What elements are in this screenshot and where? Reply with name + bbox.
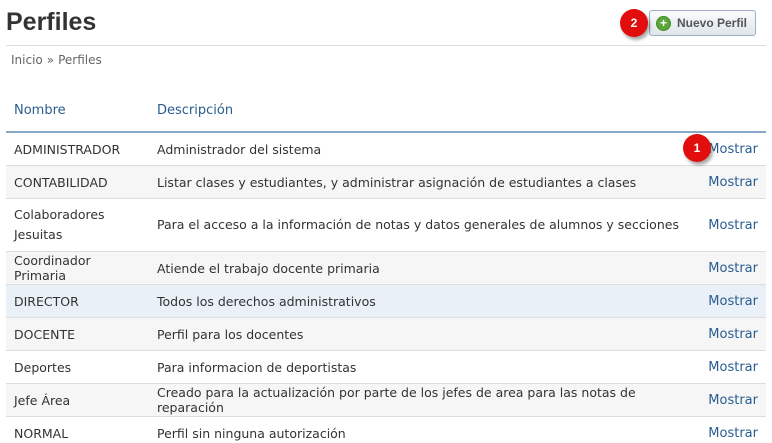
profile-name: Colaboradores Jesuitas xyxy=(6,198,149,252)
breadcrumb-home[interactable]: Inicio xyxy=(11,53,43,67)
profiles-table: Nombre Descripción ADMINISTRADOR Adminis… xyxy=(6,90,766,443)
table-row: Coordinador Primaria Atiende el trabajo … xyxy=(6,251,766,285)
table-header-row: Nombre Descripción xyxy=(6,90,766,133)
show-link[interactable]: Mostrar xyxy=(708,426,758,441)
profile-description: Administrador del sistema xyxy=(149,132,690,166)
title-divider xyxy=(6,45,766,46)
profile-name: Deportes xyxy=(6,350,149,384)
show-link[interactable]: Mostrar xyxy=(708,142,758,157)
profile-description: Listar clases y estudiantes, y administr… xyxy=(149,165,690,199)
profile-name: DOCENTE xyxy=(6,317,149,351)
breadcrumb-current: Perfiles xyxy=(58,53,102,67)
new-profile-button-label: Nuevo Perfil xyxy=(677,16,748,30)
annotation-marker-1: 1 xyxy=(686,137,708,159)
profile-name: DIRECTOR xyxy=(6,284,149,318)
profile-name: Jefe Área xyxy=(6,383,149,417)
show-link[interactable]: Mostrar xyxy=(708,327,758,342)
page-title: Perfiles xyxy=(6,8,97,36)
profile-description: Todos los derechos administrativos xyxy=(149,284,690,318)
profile-description: Perfil sin ninguna autorización xyxy=(149,416,690,443)
breadcrumb: Inicio» Perfiles xyxy=(11,53,102,67)
show-link[interactable]: Mostrar xyxy=(708,175,758,190)
profile-description: Atiende el trabajo docente primaria xyxy=(149,251,690,285)
plus-icon: + xyxy=(656,15,671,31)
column-header-actions xyxy=(690,90,766,133)
profile-name: ADMINISTRADOR xyxy=(6,132,149,166)
show-link[interactable]: Mostrar xyxy=(708,261,758,276)
profile-name: Coordinador Primaria xyxy=(6,251,149,285)
table-row: Jefe Área Creado para la actualización p… xyxy=(6,383,766,417)
table-row: DOCENTE Perfil para los docentes Mostrar xyxy=(6,317,766,351)
show-link[interactable]: Mostrar xyxy=(708,218,758,233)
table-row: CONTABILIDAD Listar clases y estudiantes… xyxy=(6,165,766,199)
table-row: Deportes Para informacion de deportistas… xyxy=(6,350,766,384)
show-link[interactable]: Mostrar xyxy=(708,294,758,309)
column-header-name[interactable]: Nombre xyxy=(6,90,149,133)
profile-description: Para el acceso a la información de notas… xyxy=(149,198,690,252)
show-link[interactable]: Mostrar xyxy=(708,393,758,408)
show-link[interactable]: Mostrar xyxy=(708,360,758,375)
profile-description: Para informacion de deportistas xyxy=(149,350,690,384)
table-row: Colaboradores Jesuitas Para el acceso a … xyxy=(6,198,766,252)
profile-description: Perfil para los docentes xyxy=(149,317,690,351)
profile-name: NORMAL xyxy=(6,416,149,443)
table-row: NORMAL Perfil sin ninguna autorización M… xyxy=(6,416,766,443)
table-row: DIRECTOR Todos los derechos administrati… xyxy=(6,284,766,318)
new-profile-button[interactable]: + Nuevo Perfil xyxy=(649,10,756,36)
column-header-description[interactable]: Descripción xyxy=(149,90,690,133)
annotation-marker-2: 2 xyxy=(623,12,645,34)
breadcrumb-separator: » xyxy=(46,53,55,67)
page: Perfiles + Nuevo Perfil 2 Inicio» Perfile… xyxy=(0,0,772,443)
profile-name: CONTABILIDAD xyxy=(6,165,149,199)
profile-description: Creado para la actualización por parte d… xyxy=(149,383,690,417)
table-row: ADMINISTRADOR Administrador del sistema … xyxy=(6,132,766,166)
